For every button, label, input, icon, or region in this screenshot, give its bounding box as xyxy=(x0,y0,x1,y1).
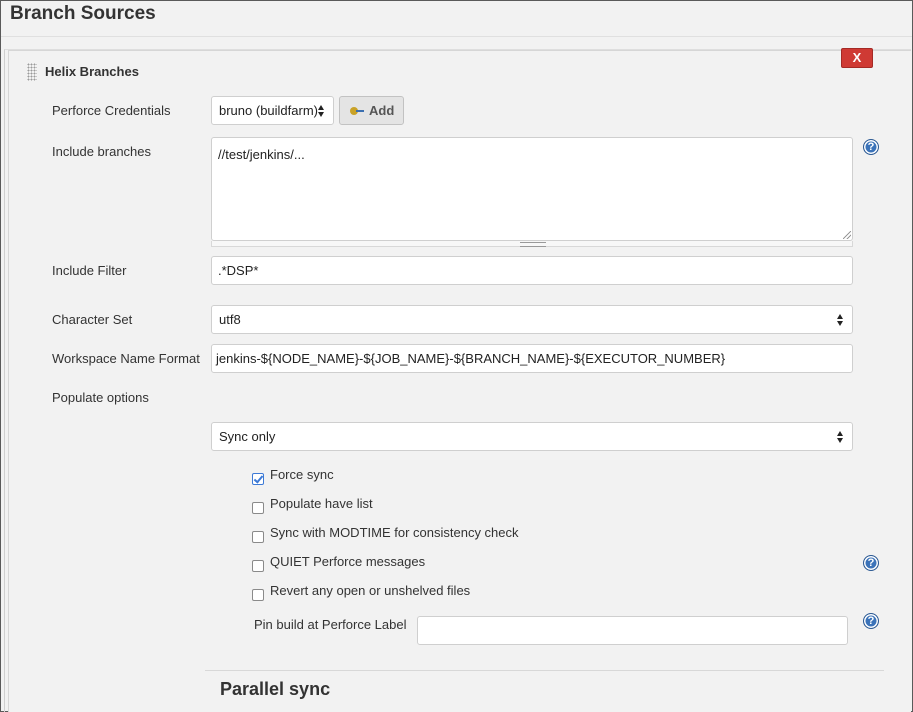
textarea-resize-corner-icon[interactable] xyxy=(843,231,851,239)
sync-modtime-checkbox[interactable] xyxy=(252,531,264,543)
pin-label-label: Pin build at Perforce Label xyxy=(254,617,407,632)
credentials-selected: bruno (buildfarm) xyxy=(219,103,318,118)
parallel-divider xyxy=(205,670,884,671)
section-title: Branch Sources xyxy=(10,3,156,24)
charset-select[interactable]: utf8 xyxy=(211,305,853,334)
updown-arrows-icon xyxy=(318,104,326,117)
help-icon[interactable]: ? xyxy=(863,613,879,629)
header-divider xyxy=(1,36,912,37)
parallel-sync-title: Parallel sync xyxy=(220,679,331,699)
charset-label: Character Set xyxy=(52,312,133,327)
pin-label-input[interactable] xyxy=(417,616,848,645)
updown-arrows-icon xyxy=(837,430,845,443)
populate-select[interactable]: Sync only xyxy=(211,422,853,451)
force-sync-checkbox[interactable] xyxy=(252,473,264,485)
include-filter-label: Include Filter xyxy=(52,263,127,278)
add-credentials-button[interactable]: Add xyxy=(339,96,404,125)
block-title: Helix Branches xyxy=(45,64,139,79)
revert-files-label: Revert any open or unshelved files xyxy=(270,583,471,598)
force-sync-label: Force sync xyxy=(270,467,334,482)
include-filter-input[interactable]: .*DSP* xyxy=(211,256,853,285)
delete-button[interactable]: X xyxy=(841,48,873,68)
include-branches-label: Include branches xyxy=(52,144,152,159)
sync-modtime-label: Sync with MODTIME for consistency check xyxy=(270,525,519,540)
textarea-resize-handle[interactable] xyxy=(211,241,853,247)
populate-have-list-label: Populate have list xyxy=(270,496,373,511)
quiet-messages-label: QUIET Perforce messages xyxy=(270,554,426,569)
credentials-label: Perforce Credentials xyxy=(52,103,171,118)
include-branches-textarea[interactable]: //test/jenkins/... xyxy=(211,137,853,241)
credentials-select[interactable]: bruno (buildfarm) xyxy=(211,96,334,125)
drag-handle-icon[interactable] xyxy=(27,63,37,81)
populate-options-label: Populate options xyxy=(52,390,149,405)
quiet-messages-checkbox[interactable] xyxy=(252,560,264,572)
populate-have-list-checkbox[interactable] xyxy=(252,502,264,514)
updown-arrows-icon xyxy=(837,313,845,326)
revert-files-checkbox[interactable] xyxy=(252,589,264,601)
populate-selected: Sync only xyxy=(219,429,276,444)
help-icon[interactable]: ? xyxy=(863,555,879,571)
key-icon xyxy=(350,106,364,115)
help-icon[interactable]: ? xyxy=(863,139,879,155)
workspace-format-label: Workspace Name Format xyxy=(52,351,200,366)
charset-selected: utf8 xyxy=(219,312,241,327)
workspace-format-input[interactable]: jenkins-${NODE_NAME}-${JOB_NAME}-${BRANC… xyxy=(211,344,853,373)
add-button-label: Add xyxy=(369,103,395,118)
